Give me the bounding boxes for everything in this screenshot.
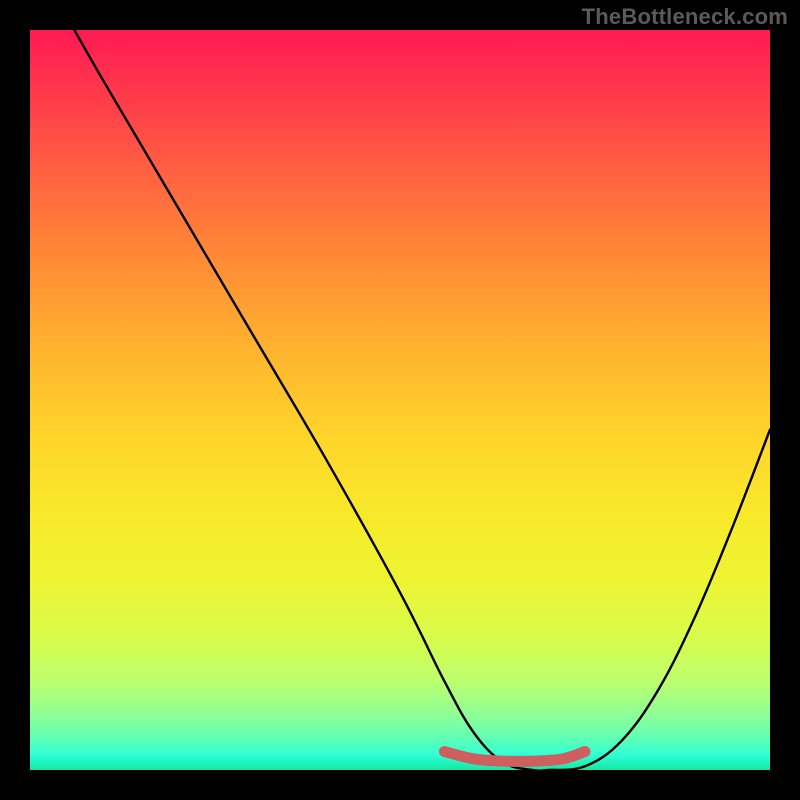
chart-svg [30, 30, 770, 770]
flat-segment-path [444, 752, 585, 762]
v-curve-path [74, 30, 770, 770]
gradient-plot-area [30, 30, 770, 770]
attribution-text: TheBottleneck.com [582, 4, 788, 30]
